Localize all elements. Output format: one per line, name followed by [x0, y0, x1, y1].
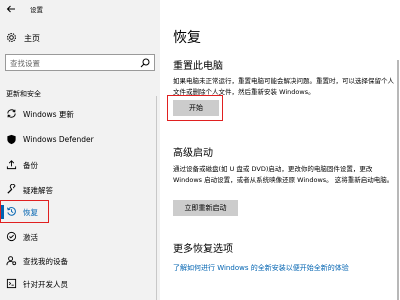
advanced-startup-heading: 高级启动	[173, 148, 213, 159]
window-title: 设置	[30, 6, 43, 14]
title-bar: 设置	[0, 0, 400, 18]
sidebar-item-label: Windows 更新	[23, 110, 74, 119]
clean-install-link[interactable]: 了解如何进行 Windows 的全新安装以便开始全新的体验	[173, 263, 349, 273]
sidebar-item-windows-defender[interactable]: Windows Defender	[0, 130, 160, 150]
sidebar-item-label: 备份	[23, 161, 38, 170]
advanced-startup-description: 通过设备或磁盘(如 U 盘或 DVD)启动，更改你的电脑固件设置，更改 Wind…	[173, 165, 394, 184]
sidebar-item-label: Windows Defender	[23, 135, 94, 144]
reset-description: 如果电脑未正常运行，重置电脑可能会解决问题。重置时，可以选择保留个人文件或删除个…	[173, 77, 394, 96]
wrench-icon	[7, 184, 16, 194]
sidebar-item-troubleshoot[interactable]: 疑难解答	[0, 180, 160, 200]
page-title: 恢复	[173, 30, 201, 46]
developer-icon	[6, 278, 17, 289]
scrollbar[interactable]	[397, 60, 399, 300]
restart-now-button[interactable]: 立即重新启动	[173, 200, 238, 216]
sidebar-item-windows-update[interactable]: Windows 更新	[0, 104, 160, 124]
person-locate-icon	[6, 256, 17, 266]
highlight-box-recovery	[0, 200, 49, 223]
sidebar-item-label: 疑难解答	[23, 186, 53, 195]
reset-heading: 重置此电脑	[173, 61, 223, 72]
upload-icon	[6, 160, 17, 170]
sidebar-item-find-my-device[interactable]: 查找我的设备	[0, 251, 160, 271]
sidebar-item-label: 查找我的设备	[23, 257, 68, 266]
sidebar-divider	[156, 96, 157, 300]
sidebar-item-backup[interactable]: 备份	[0, 155, 160, 175]
check-circle-icon	[6, 231, 17, 242]
more-recovery-options-heading: 更多恢复选项	[173, 244, 233, 255]
sidebar-item-label: 激活	[23, 233, 38, 242]
highlight-box-start	[167, 95, 223, 121]
shield-icon	[7, 134, 16, 145]
sidebar-item-label: 主页	[24, 34, 40, 43]
sidebar-item-home[interactable]: 主页	[0, 30, 160, 48]
sidebar-item-label: 针对开发人员	[23, 280, 68, 289]
sidebar-item-for-developers[interactable]: 针对开发人员	[0, 274, 160, 294]
gear-icon	[7, 33, 16, 42]
back-arrow-icon[interactable]	[5, 3, 17, 15]
sidebar-item-activation[interactable]: 激活	[0, 227, 160, 247]
search-box[interactable]	[5, 54, 155, 71]
section-label: 更新和安全	[6, 90, 41, 98]
sync-icon	[7, 109, 16, 118]
search-icon[interactable]	[140, 58, 150, 68]
search-input[interactable]	[10, 57, 138, 69]
